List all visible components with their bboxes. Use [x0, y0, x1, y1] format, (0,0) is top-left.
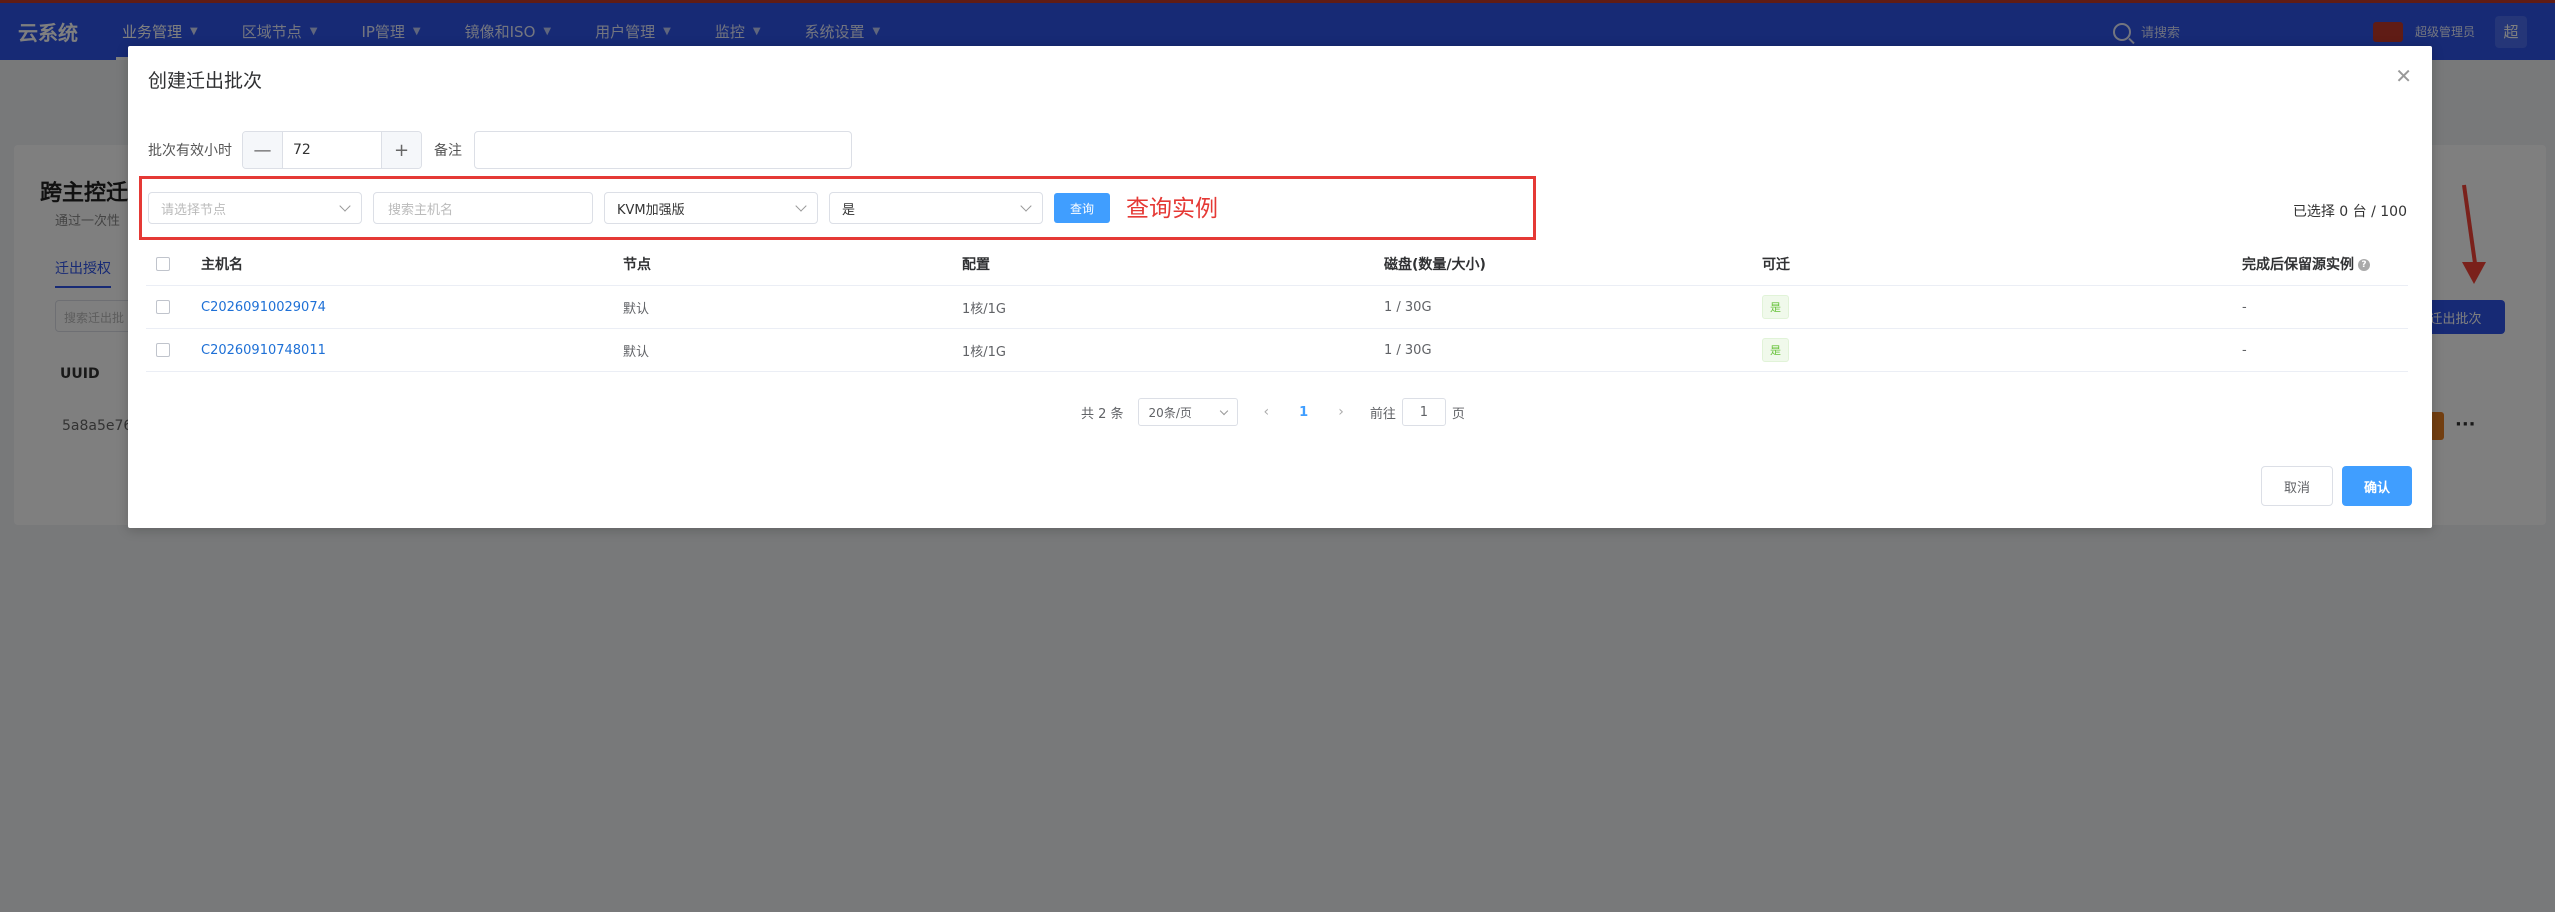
remark-input[interactable]	[474, 131, 852, 169]
goto-label: 前往	[1369, 406, 1396, 422]
hours-input[interactable]: 72	[283, 132, 381, 168]
page-size-value: 20条/页	[1148, 405, 1192, 420]
chevron-down-icon	[795, 200, 807, 212]
dialog-title: 创建迁出批次	[148, 70, 263, 92]
migratable-tag: 是	[1762, 295, 1789, 319]
hours-stepper: — 72 +	[242, 131, 422, 169]
hostname-search-input[interactable]: 搜索主机名	[373, 192, 593, 224]
config-cell: 1核/1G	[962, 344, 1006, 360]
migratable-select-value: 是	[842, 202, 856, 218]
col-header-keep: 完成后保留源实例?	[2242, 254, 2408, 274]
disk-cell: 1 / 30G	[1384, 342, 1432, 358]
page-number-current[interactable]: 1	[1299, 405, 1308, 420]
host-link[interactable]: C20260910748011	[201, 343, 623, 358]
node-cell: 默认	[623, 301, 650, 317]
table-row: C20260910748011 默认 1核/1G 1 / 30G 是 -	[146, 329, 2408, 372]
host-link[interactable]: C20260910029074	[201, 300, 623, 315]
col-header-config: 配置	[962, 256, 990, 273]
minus-icon[interactable]: —	[243, 132, 283, 168]
confirm-button[interactable]: 确认	[2342, 466, 2412, 506]
select-all-checkbox[interactable]	[156, 256, 170, 271]
page-unit-label: 页	[1451, 406, 1465, 422]
table-row: C20260910029074 默认 1核/1G 1 / 30G 是 -	[146, 286, 2408, 329]
pagination: 共 2 条 20条/页 ‹ 1 › 前往 1 页	[1081, 398, 1465, 426]
pagination-total: 共 2 条	[1081, 406, 1124, 422]
hours-label: 批次有效小时	[148, 143, 232, 159]
row-checkbox[interactable]	[156, 343, 170, 357]
node-cell: 默认	[623, 344, 650, 360]
remark-label: 备注	[434, 143, 462, 159]
annotation-text: 查询实例	[1126, 196, 1218, 222]
filter-bar: 请选择节点 搜索主机名 KVM加强版 是 查询	[148, 192, 1110, 224]
goto-page-input[interactable]: 1	[1401, 398, 1446, 426]
migratable-select[interactable]: 是	[829, 192, 1043, 224]
next-page-icon[interactable]: ›	[1338, 404, 1344, 420]
node-select[interactable]: 请选择节点	[148, 192, 362, 224]
chevron-down-icon	[1219, 406, 1228, 415]
config-cell: 1核/1G	[962, 301, 1006, 317]
col-header-node: 节点	[623, 256, 651, 273]
col-header-keep-label: 完成后保留源实例	[2242, 256, 2354, 273]
selected-count: 已选择 0 台 / 100	[2292, 204, 2407, 220]
batch-settings-row: 批次有效小时 — 72 + 备注	[148, 130, 852, 170]
cancel-button[interactable]: 取消	[2261, 466, 2333, 506]
chevron-down-icon	[339, 200, 351, 212]
close-icon[interactable]: ✕	[2395, 64, 2412, 88]
col-header-disk: 磁盘(数量/大小)	[1384, 256, 1486, 273]
col-header-migratable: 可迁	[1762, 256, 1790, 273]
col-header-host: 主机名	[201, 256, 243, 273]
plus-icon[interactable]: +	[381, 132, 421, 168]
create-batch-dialog: 创建迁出批次 ✕ 批次有效小时 — 72 + 备注 请选择节点 搜索主机名 KV…	[128, 46, 2432, 528]
migratable-tag: 是	[1762, 338, 1789, 362]
help-icon[interactable]: ?	[2358, 258, 2370, 271]
disk-cell: 1 / 30G	[1384, 299, 1432, 315]
chevron-down-icon	[1020, 200, 1032, 212]
type-select-value: KVM加强版	[617, 202, 685, 218]
row-checkbox[interactable]	[156, 300, 170, 314]
page-size-select[interactable]: 20条/页	[1137, 398, 1238, 426]
instance-table: 主机名 节点 配置 磁盘(数量/大小) 可迁 完成后保留源实例? C202609…	[146, 242, 2408, 372]
table-header-row: 主机名 节点 配置 磁盘(数量/大小) 可迁 完成后保留源实例?	[146, 242, 2408, 286]
keep-cell: -	[2242, 299, 2247, 315]
node-select-placeholder: 请选择节点	[161, 202, 227, 218]
type-select[interactable]: KVM加强版	[604, 192, 818, 224]
prev-page-icon[interactable]: ‹	[1264, 404, 1270, 420]
keep-cell: -	[2242, 342, 2247, 358]
query-button[interactable]: 查询	[1054, 193, 1110, 223]
